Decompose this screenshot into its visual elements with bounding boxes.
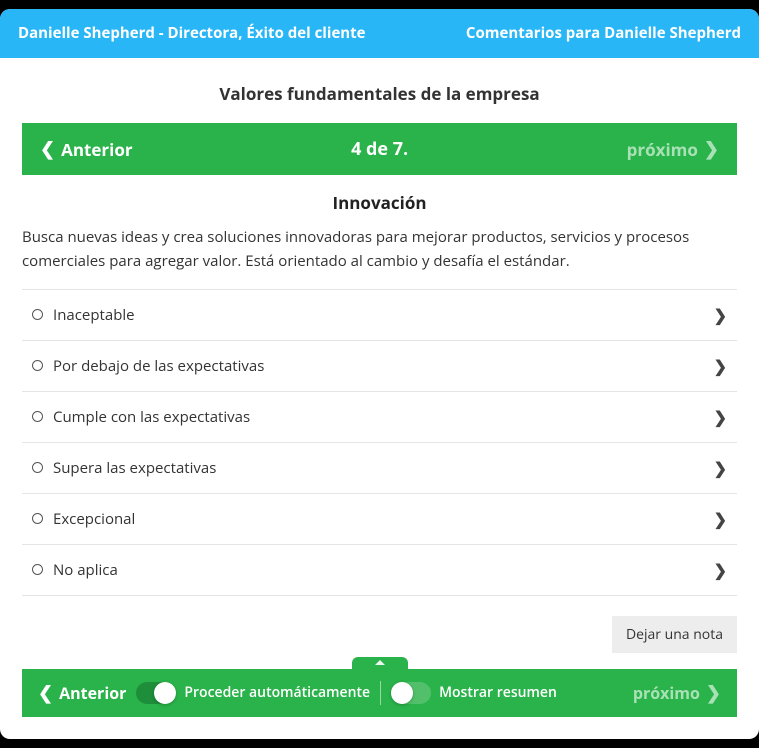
option-label: Excepcional: [53, 509, 135, 529]
chevron-right-icon: ❯: [714, 559, 727, 581]
rating-option[interactable]: No aplica ❯: [22, 545, 737, 596]
competency-description: Busca nuevas ideas y crea soluciones inn…: [22, 226, 737, 273]
header-person: Danielle Shepherd - Directora, Éxito del…: [18, 23, 366, 44]
footer-next-label: próximo: [633, 682, 700, 704]
radio-icon: [32, 360, 43, 371]
rating-option[interactable]: Excepcional ❯: [22, 494, 737, 545]
question-nav-bar: ❮ Anterior 4 de 7. próximo ❯: [22, 123, 737, 175]
chevron-right-icon: ❯: [714, 508, 727, 530]
toggle-switch-off: [391, 682, 431, 704]
chevron-left-icon: ❮: [38, 684, 53, 702]
auto-proceed-toggle[interactable]: Proceder automáticamente: [136, 682, 370, 704]
chevron-right-icon: ❯: [714, 457, 727, 479]
prev-button[interactable]: ❮ Anterior: [40, 138, 133, 161]
next-label: próximo: [627, 138, 698, 161]
footer-prev-label: Anterior: [59, 682, 126, 704]
footer-next-button-disabled: próximo ❯: [633, 682, 721, 704]
chevron-right-icon: ❯: [704, 140, 719, 158]
radio-icon: [32, 411, 43, 422]
chevron-right-icon: ❯: [706, 684, 721, 702]
rating-option[interactable]: Por debajo de las expectativas ❯: [22, 341, 737, 392]
toggle-switch-on: [136, 682, 176, 704]
auto-proceed-label: Proceder automáticamente: [184, 683, 370, 702]
chevron-right-icon: ❯: [714, 355, 727, 377]
prev-label: Anterior: [61, 138, 132, 161]
radio-icon: [32, 309, 43, 320]
chevron-right-icon: ❯: [714, 304, 727, 326]
divider: [380, 681, 381, 705]
radio-icon: [32, 513, 43, 524]
note-row: Dejar una nota: [22, 616, 737, 653]
option-label: Por debajo de las expectativas: [53, 356, 264, 376]
chevron-left-icon: ❮: [40, 140, 55, 158]
section-title: Valores fundamentales de la empresa: [22, 82, 737, 105]
rating-option[interactable]: Cumple con las expectativas ❯: [22, 392, 737, 443]
option-label: No aplica: [53, 560, 118, 580]
header-bar: Danielle Shepherd - Directora, Éxito del…: [0, 9, 759, 58]
body: Valores fundamentales de la empresa ❮ An…: [0, 58, 759, 739]
competency-title: Innovación: [22, 191, 737, 214]
footer-wrap: ❮ Anterior Proceder automáticamente Most…: [22, 669, 737, 717]
header-context: Comentarios para Danielle Shepherd: [466, 23, 741, 43]
option-label: Supera las expectativas: [53, 458, 216, 478]
chevron-right-icon: ❯: [714, 406, 727, 428]
rating-options: Inaceptable ❯ Por debajo de las expectat…: [22, 289, 737, 596]
expand-tab[interactable]: [352, 657, 408, 671]
feedback-card: Danielle Shepherd - Directora, Éxito del…: [0, 9, 759, 739]
rating-option[interactable]: Supera las expectativas ❯: [22, 443, 737, 494]
question-position: 4 de 7.: [351, 137, 408, 161]
option-label: Cumple con las expectativas: [53, 407, 250, 427]
radio-icon: [32, 462, 43, 473]
footer-prev-button[interactable]: ❮ Anterior: [38, 682, 126, 704]
option-label: Inaceptable: [53, 305, 135, 325]
leave-note-button[interactable]: Dejar una nota: [612, 616, 737, 653]
show-summary-label: Mostrar resumen: [439, 683, 557, 702]
show-summary-toggle[interactable]: Mostrar resumen: [391, 682, 557, 704]
radio-icon: [32, 564, 43, 575]
next-button-disabled: próximo ❯: [627, 138, 719, 161]
footer-bar: ❮ Anterior Proceder automáticamente Most…: [22, 669, 737, 717]
rating-option[interactable]: Inaceptable ❯: [22, 290, 737, 341]
